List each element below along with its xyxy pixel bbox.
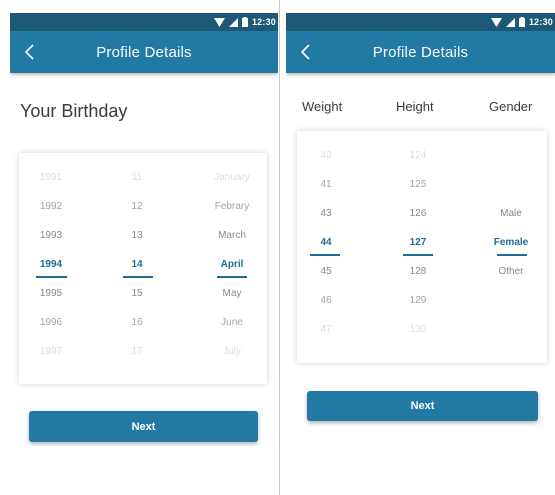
weight-option[interactable]: 40 bbox=[311, 149, 341, 163]
weight-option[interactable]: 45 bbox=[311, 265, 341, 279]
year-option[interactable]: 1993 bbox=[31, 229, 71, 243]
weight-option[interactable]: 41 bbox=[311, 178, 341, 192]
gender-option[interactable]: Male bbox=[488, 207, 534, 221]
signal-icon bbox=[505, 17, 515, 27]
height-option[interactable]: 129 bbox=[401, 294, 435, 308]
measurement-headers: Weight Height Gender bbox=[286, 99, 555, 115]
measurement-picker-card: 40 41 43 44 45 46 47 124 125 126 127 128 129 130 Mal… bbox=[297, 131, 547, 363]
weight-option[interactable]: 44 bbox=[311, 236, 341, 250]
weight-option[interactable]: 46 bbox=[311, 294, 341, 308]
year-option[interactable]: 1997 bbox=[31, 345, 71, 359]
year-option[interactable]: 1995 bbox=[31, 287, 71, 301]
day-option[interactable]: 12 bbox=[122, 200, 152, 214]
month-option[interactable]: January bbox=[209, 171, 255, 185]
weight-option[interactable]: 47 bbox=[311, 323, 341, 337]
birthday-heading: Your Birthday bbox=[20, 101, 128, 121]
month-option[interactable]: Febrary bbox=[209, 200, 255, 214]
year-picker[interactable]: 1991 1992 1993 1994 1995 1996 1997 bbox=[31, 153, 71, 384]
month-option[interactable]: April bbox=[209, 258, 255, 272]
year-option[interactable]: 1994 bbox=[31, 258, 71, 272]
height-option[interactable]: 127 bbox=[401, 236, 435, 250]
birthday-screen: 12:30 Profile Details Your Birthday 1991… bbox=[10, 13, 278, 495]
day-option[interactable]: 11 bbox=[122, 171, 152, 185]
day-selection-underline bbox=[123, 276, 153, 278]
height-option[interactable]: 125 bbox=[401, 178, 435, 192]
height-picker[interactable]: 124 125 126 127 128 129 130 bbox=[401, 131, 435, 363]
year-option[interactable]: 1991 bbox=[31, 171, 71, 185]
gender-option[interactable] bbox=[488, 323, 534, 337]
weight-picker[interactable]: 40 41 43 44 45 46 47 bbox=[311, 131, 341, 363]
month-selection-underline bbox=[217, 276, 247, 278]
day-picker[interactable]: 11 12 13 14 15 16 17 bbox=[122, 153, 152, 384]
height-selection-underline bbox=[403, 254, 433, 256]
status-time: 12:30 bbox=[251, 17, 276, 27]
gender-picker[interactable]: Male Female Other bbox=[488, 131, 534, 363]
status-bar: 12:30 bbox=[286, 13, 555, 31]
gender-option[interactable]: Other bbox=[488, 265, 534, 279]
month-option[interactable]: March bbox=[209, 229, 255, 243]
gender-option[interactable] bbox=[488, 178, 534, 192]
wifi-icon bbox=[490, 17, 502, 27]
day-option[interactable]: 15 bbox=[122, 287, 152, 301]
month-option[interactable]: June bbox=[209, 316, 255, 330]
back-arrow-icon[interactable] bbox=[20, 42, 40, 62]
day-option[interactable]: 13 bbox=[122, 229, 152, 243]
gender-option[interactable] bbox=[488, 294, 534, 308]
app-bar: Profile Details bbox=[286, 31, 555, 73]
weight-option[interactable]: 43 bbox=[311, 207, 341, 221]
gender-option[interactable] bbox=[488, 149, 534, 163]
height-option[interactable]: 128 bbox=[401, 265, 435, 279]
weight-header: Weight bbox=[302, 99, 343, 114]
battery-icon bbox=[241, 17, 248, 27]
weight-selection-underline bbox=[310, 254, 340, 256]
back-arrow-icon[interactable] bbox=[296, 42, 316, 62]
year-option[interactable]: 1996 bbox=[31, 316, 71, 330]
height-option[interactable]: 126 bbox=[401, 207, 435, 221]
signal-icon bbox=[228, 17, 238, 27]
screen-divider bbox=[279, 0, 280, 495]
measurements-screen: 12:30 Profile Details Weight Height Gend… bbox=[286, 13, 555, 495]
screenshot-stage: 12:30 Profile Details Your Birthday 1991… bbox=[0, 0, 555, 495]
gender-option[interactable]: Female bbox=[488, 236, 534, 250]
next-button[interactable]: Next bbox=[29, 411, 258, 442]
year-option[interactable]: 1992 bbox=[31, 200, 71, 214]
next-button[interactable]: Next bbox=[307, 391, 538, 421]
height-header: Height bbox=[396, 99, 434, 114]
gender-header: Gender bbox=[489, 99, 533, 114]
day-option[interactable]: 17 bbox=[122, 345, 152, 359]
day-option[interactable]: 16 bbox=[122, 316, 152, 330]
wifi-icon bbox=[213, 17, 225, 27]
month-picker[interactable]: January Febrary March April May June July bbox=[209, 153, 255, 384]
status-time: 12:30 bbox=[528, 17, 553, 27]
app-bar: Profile Details bbox=[10, 31, 278, 73]
page-title: Profile Details bbox=[372, 43, 469, 61]
day-option[interactable]: 14 bbox=[122, 258, 152, 272]
height-option[interactable]: 130 bbox=[401, 323, 435, 337]
page-title: Profile Details bbox=[96, 43, 192, 61]
month-option[interactable]: May bbox=[209, 287, 255, 301]
month-option[interactable]: July bbox=[209, 345, 255, 359]
year-selection-underline bbox=[36, 276, 67, 278]
status-bar: 12:30 bbox=[10, 13, 278, 31]
height-option[interactable]: 124 bbox=[401, 149, 435, 163]
battery-icon bbox=[518, 17, 525, 27]
birthday-picker-card: 1991 1992 1993 1994 1995 1996 1997 11 12 13 14 15 1… bbox=[19, 153, 267, 384]
gender-selection-underline bbox=[497, 254, 527, 256]
